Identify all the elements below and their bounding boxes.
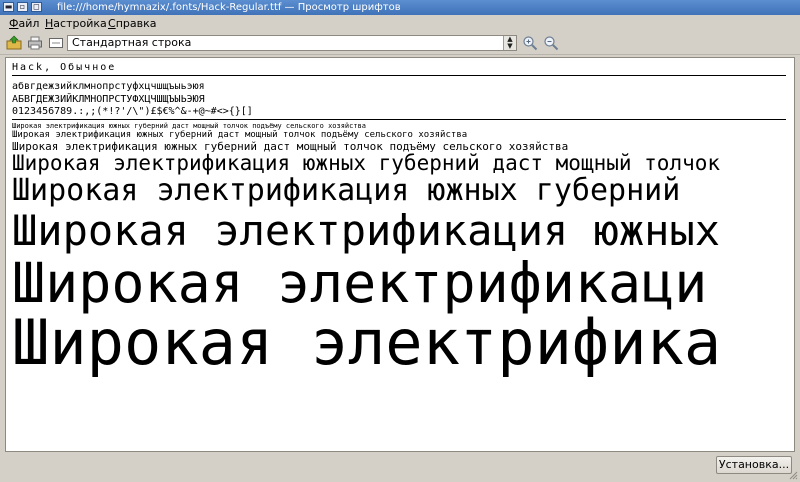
window-controls: ▬ ▫ ◻: [3, 2, 42, 12]
print-icon[interactable]: [27, 35, 43, 51]
charset-uppercase: АБВГДЕЖЗИЙКЛМНОПРСТУФХЦЧШЩЪЫЬЭЮЯ: [12, 94, 205, 105]
menu-file-label: айл: [18, 17, 40, 30]
divider: [12, 75, 786, 76]
zoom-in-icon[interactable]: [522, 35, 538, 51]
font-name-heading: Hack, Обычное: [12, 62, 117, 73]
charset-lowercase: абвгдежзийклмнопрстуфхцчшщъыьэюя: [12, 81, 205, 92]
menu-file[interactable]: Файл: [9, 15, 39, 32]
zoom-out-icon[interactable]: [543, 35, 559, 51]
menu-help-label: правка: [115, 17, 157, 30]
sample-line-9: Широкая электрификация южных губерний да…: [12, 130, 468, 140]
sample-line-62: Широкая электрифика: [12, 306, 722, 379]
divider: [12, 119, 786, 120]
menu-help-mnemonic: С: [108, 17, 116, 30]
view-icon[interactable]: [48, 35, 64, 51]
resize-grip-icon[interactable]: [788, 470, 798, 480]
font-preview-pane[interactable]: Hack, Обычное абвгдежзийклмнопрстуфхцчшщ…: [5, 57, 795, 452]
window-menu-button[interactable]: ▬: [3, 2, 14, 12]
chevron-updown-icon: ▲ ▼: [503, 36, 516, 50]
charset-digits-symbols: 0123456789.:,;(*!?'/\")£$€%^&-+@~#<>{}[]: [12, 106, 253, 117]
title-bar: ▬ ▫ ◻ file:///home/hymnazix/.fonts/Hack-…: [0, 0, 800, 15]
sample-line-30: Широкая электрификация южных губерний: [12, 173, 681, 208]
sample-line-7: Широкая электрификация южных губерний да…: [12, 122, 367, 130]
install-button[interactable]: Установка...: [716, 456, 792, 474]
open-icon[interactable]: [6, 35, 22, 51]
window-title: file:///home/hymnazix/.fonts/Hack-Regula…: [57, 2, 401, 13]
menu-settings[interactable]: Настройка: [45, 15, 107, 32]
maximize-button[interactable]: ◻: [31, 2, 42, 12]
preview-mode-select[interactable]: Стандартная строка ▲ ▼: [67, 35, 517, 51]
menu-help[interactable]: Справка: [108, 15, 156, 32]
toolbar: Стандартная строка ▲ ▼: [0, 32, 800, 55]
sample-line-21: Широкая электрификация южных губерний да…: [12, 151, 721, 175]
minimize-button[interactable]: ▫: [17, 2, 28, 12]
preview-mode-value: Стандартная строка: [72, 36, 192, 49]
sample-line-55: Широкая электрификаци: [12, 251, 708, 315]
menu-settings-label: астройка: [53, 17, 107, 30]
sample-line-42: Широкая электрификация южных: [12, 206, 721, 255]
menu-bar: Файл Настройка Справка: [0, 15, 800, 32]
